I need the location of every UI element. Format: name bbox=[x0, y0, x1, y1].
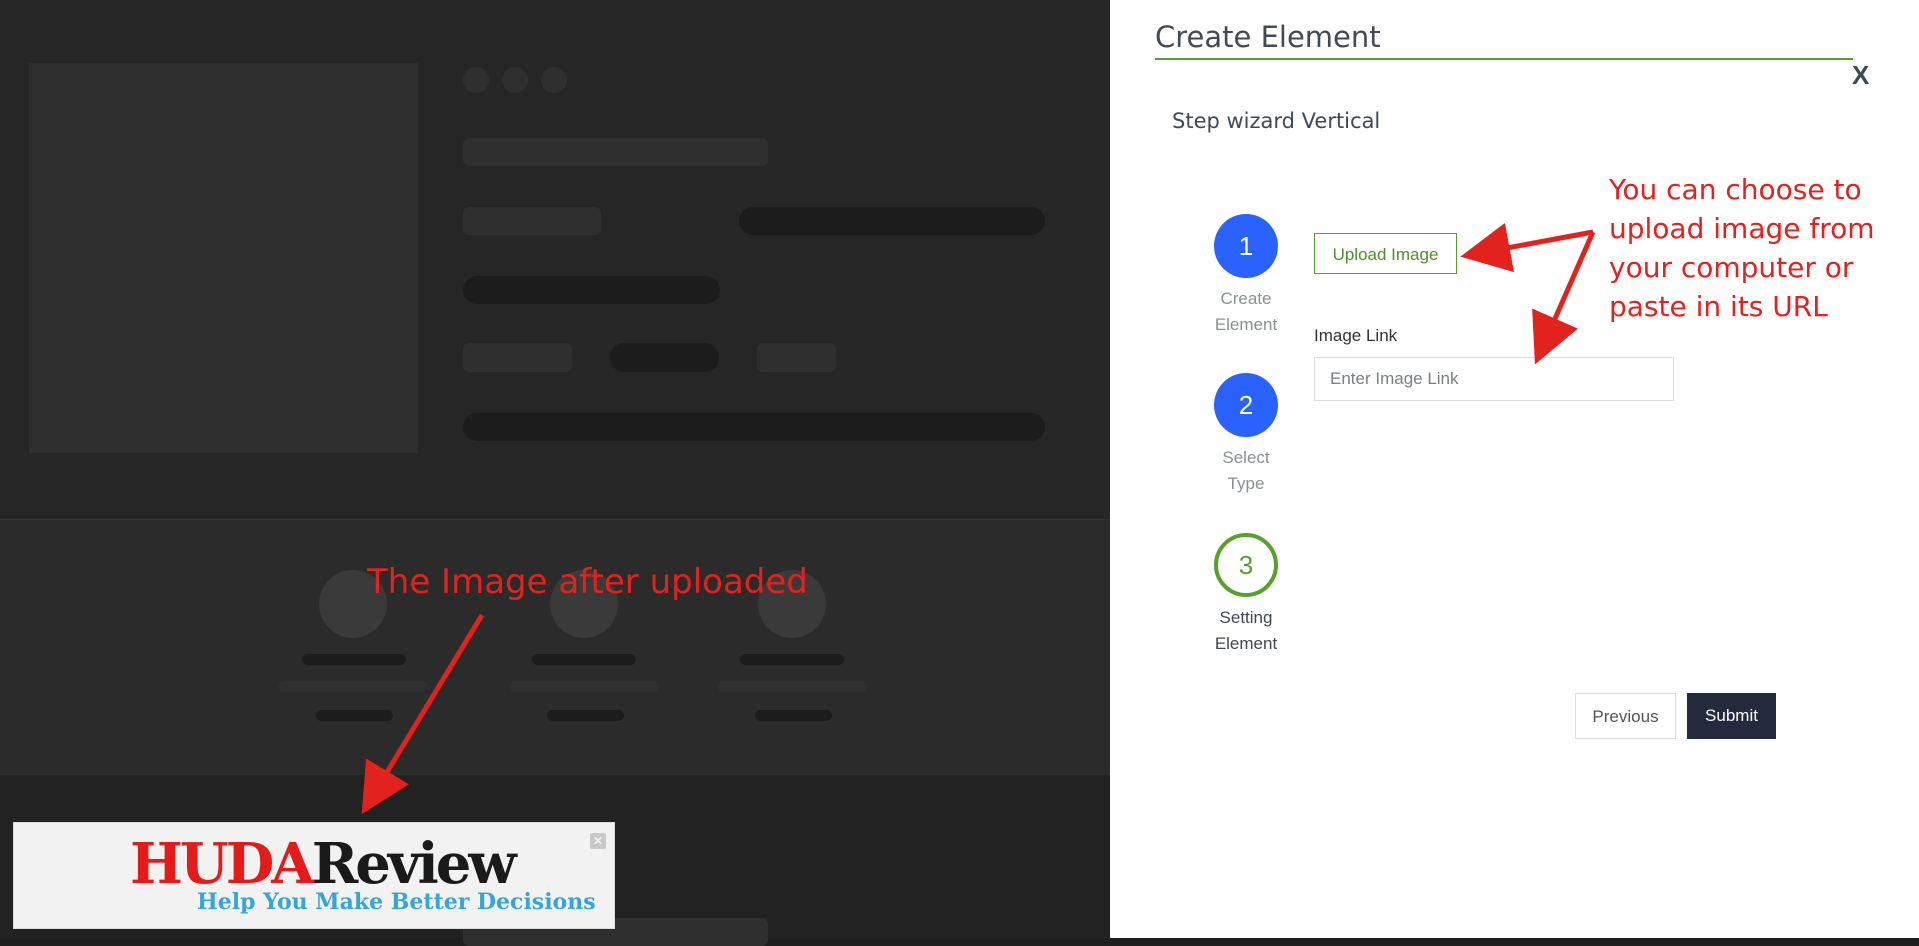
step-label-line: Element bbox=[1214, 634, 1278, 653]
image-link-label: Image Link bbox=[1314, 326, 1398, 345]
tag-placeholder bbox=[757, 343, 836, 372]
logo-part-huda: HUDA bbox=[130, 831, 315, 897]
text-placeholder bbox=[463, 138, 768, 166]
text-placeholder bbox=[755, 710, 832, 721]
uploaded-image-banner[interactable]: HUDAReview Help You Make Better Decision… bbox=[13, 822, 615, 929]
annotation-upload-instructions: You can choose to upload image from your… bbox=[1609, 173, 1875, 323]
step-label-line: Create bbox=[1220, 289, 1272, 308]
dot-placeholder bbox=[541, 67, 567, 93]
annotation-uploaded-image: The Image after uploaded bbox=[367, 562, 808, 602]
huda-review-logo: HUDAReview bbox=[130, 831, 517, 897]
close-button[interactable]: X bbox=[1852, 60, 1869, 91]
text-placeholder bbox=[740, 654, 844, 665]
wizard-title: Step wizard Vertical bbox=[1172, 109, 1381, 133]
text-placeholder bbox=[463, 413, 1045, 441]
text-placeholder bbox=[718, 681, 867, 692]
preview-area bbox=[0, 0, 1110, 946]
text-placeholder bbox=[463, 207, 601, 235]
dot-placeholder bbox=[502, 67, 528, 93]
preview-features-section bbox=[0, 520, 1110, 775]
banner-tagline: Help You Make Better Decisions bbox=[197, 889, 596, 915]
tag-placeholder bbox=[463, 343, 572, 372]
submit-button[interactable]: Submit bbox=[1687, 693, 1776, 739]
preview-hero-section bbox=[0, 0, 1110, 520]
step-label-line: Type bbox=[1227, 474, 1265, 493]
step-label: Setting Element bbox=[1206, 605, 1286, 657]
step-number-circle: 1 bbox=[1214, 214, 1278, 278]
text-placeholder bbox=[302, 654, 406, 665]
dot-placeholder bbox=[463, 67, 489, 93]
wizard-step-create-element[interactable]: 1 Create Element bbox=[1206, 214, 1286, 338]
text-placeholder bbox=[532, 654, 636, 665]
text-placeholder bbox=[510, 681, 659, 692]
step-label: Create Element bbox=[1206, 286, 1286, 338]
create-element-modal: Create Element X Step wizard Vertical 1 … bbox=[1110, 0, 1919, 938]
modal-title: Create Element bbox=[1155, 20, 1853, 60]
wizard-step-setting-element[interactable]: 3 Setting Element bbox=[1206, 533, 1286, 657]
text-placeholder bbox=[463, 276, 720, 304]
close-icon[interactable]: ✕ bbox=[590, 833, 606, 849]
wizard-step-select-type[interactable]: 2 Select Type bbox=[1206, 373, 1286, 497]
logo-part-review: Review bbox=[311, 831, 517, 897]
text-placeholder bbox=[739, 207, 1045, 235]
step-label-line: Setting bbox=[1219, 608, 1273, 627]
tag-placeholder bbox=[610, 343, 719, 372]
image-link-input[interactable] bbox=[1314, 357, 1674, 401]
previous-button[interactable]: Previous bbox=[1575, 693, 1676, 739]
text-placeholder bbox=[279, 681, 428, 692]
step-number-circle: 2 bbox=[1214, 373, 1278, 437]
step-label-line: Element bbox=[1214, 315, 1278, 334]
text-placeholder bbox=[316, 710, 393, 721]
text-placeholder bbox=[547, 710, 624, 721]
upload-image-button[interactable]: Upload Image bbox=[1314, 233, 1457, 274]
image-placeholder bbox=[29, 63, 418, 453]
step-number-circle: 3 bbox=[1214, 533, 1278, 597]
step-label-line: Select bbox=[1222, 448, 1270, 467]
step-label: Select Type bbox=[1206, 445, 1286, 497]
